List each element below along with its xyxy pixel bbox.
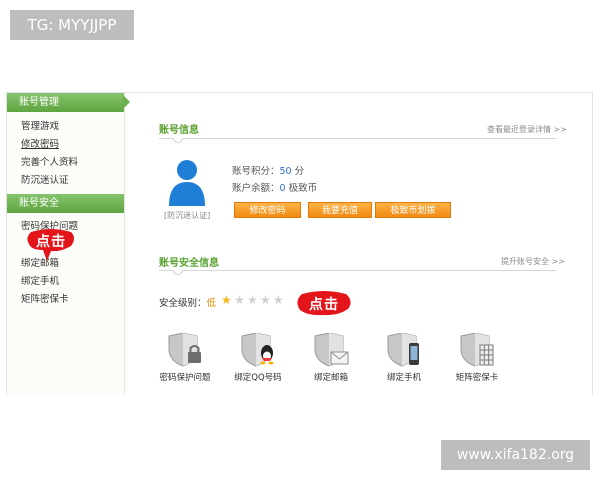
star-icon-filled: ★ — [221, 293, 232, 307]
security-item-matrix-card[interactable]: 矩阵密保卡 — [448, 333, 506, 383]
security-info-title: 账号安全信息 — [159, 258, 219, 269]
security-item-label: 密码保护问题 — [159, 373, 211, 383]
security-item-label: 绑定手机 — [386, 373, 421, 383]
recent-login-link[interactable]: 查看最近登录详情 >> — [487, 124, 567, 135]
section-divider — [159, 138, 556, 139]
divider-notch-icon — [173, 270, 183, 275]
security-level-value: 低 — [206, 298, 217, 309]
shield-card-icon — [460, 333, 494, 367]
star-icon-empty: ★ — [260, 293, 271, 307]
account-info-title: 账号信息 — [159, 125, 199, 136]
balance-value: 0 — [279, 183, 286, 194]
security-level-label: 安全级别： — [159, 298, 207, 309]
sidebar-header-label: 账号安全 — [19, 198, 59, 209]
click-callout-right: 点击 — [294, 291, 354, 319]
security-level-row: 安全级别：低 — [159, 295, 216, 309]
points-unit: 分 — [294, 166, 305, 177]
sidebar-header-label: 账号管理 — [19, 97, 59, 108]
divider-notch-icon — [173, 138, 183, 143]
security-item-label: 绑定QQ号码 — [234, 373, 282, 383]
shield-phone-icon — [387, 333, 419, 367]
security-item-question[interactable]: 密码保护问题 — [156, 333, 214, 383]
account-center-panel: 账号管理 管理游戏 修改密码 完善个人资料 防沉迷认证 账号安全 密码保护问题 … — [6, 92, 593, 395]
security-item-label: 矩阵密保卡 — [455, 373, 499, 383]
sidebar-item-matrix-card[interactable]: 矩阵密保卡 — [21, 293, 69, 307]
balance-label: 账户余额： — [232, 183, 280, 194]
section-divider — [159, 270, 556, 271]
star-icon-empty: ★ — [273, 293, 284, 307]
anti-addiction-caption[interactable]: [防沉迷认证] — [164, 210, 210, 221]
shield-qq-icon — [241, 333, 274, 367]
improve-security-link[interactable]: 提升账号安全 >> — [501, 256, 565, 267]
security-item-label: 绑定邮箱 — [313, 373, 348, 383]
security-item-email[interactable]: 绑定邮箱 — [302, 333, 360, 383]
sidebar-item-bind-phone[interactable]: 绑定手机 — [21, 275, 59, 289]
points-value: 50 — [279, 166, 292, 177]
sidebar-item-profile[interactable]: 完善个人资料 — [21, 156, 78, 170]
watermark-top: TG: MYYJJPP — [10, 10, 134, 40]
sidebar-header-account-management[interactable]: 账号管理 — [7, 93, 130, 112]
click-callout-left: 点击 — [25, 228, 77, 261]
sidebar-item-anti-addiction[interactable]: 防沉迷认证 — [21, 174, 69, 188]
sidebar-item-manage-games[interactable]: 管理游戏 — [21, 120, 59, 134]
shield-mail-icon — [314, 333, 349, 367]
callout-label: 点击 — [309, 297, 339, 313]
callout-label: 点击 — [36, 234, 66, 250]
account-points-row: 账号积分：50 分 — [232, 163, 304, 177]
user-avatar-icon — [169, 160, 205, 206]
watermark-bottom: www.xifa182.org — [441, 440, 590, 470]
security-item-qq[interactable]: 绑定QQ号码 — [229, 333, 287, 383]
recharge-button[interactable]: 我要充值 — [308, 202, 372, 218]
sidebar-item-change-password[interactable]: 修改密码 — [21, 138, 59, 152]
balance-unit: 极致币 — [288, 183, 318, 194]
points-label: 账号积分： — [232, 166, 280, 177]
change-password-button[interactable]: 修改密码 — [234, 202, 301, 218]
account-balance-row: 账户余额：0 极致币 — [232, 180, 317, 194]
sidebar-header-account-security[interactable]: 账号安全 — [7, 194, 124, 213]
security-item-phone[interactable]: 绑定手机 — [375, 333, 433, 383]
star-icon-empty: ★ — [234, 293, 245, 307]
shield-lock-icon — [168, 333, 201, 367]
star-icon-empty: ★ — [247, 293, 258, 307]
transfer-coins-button[interactable]: 极致币划拨 — [375, 202, 451, 218]
active-arrow-icon — [123, 95, 130, 109]
